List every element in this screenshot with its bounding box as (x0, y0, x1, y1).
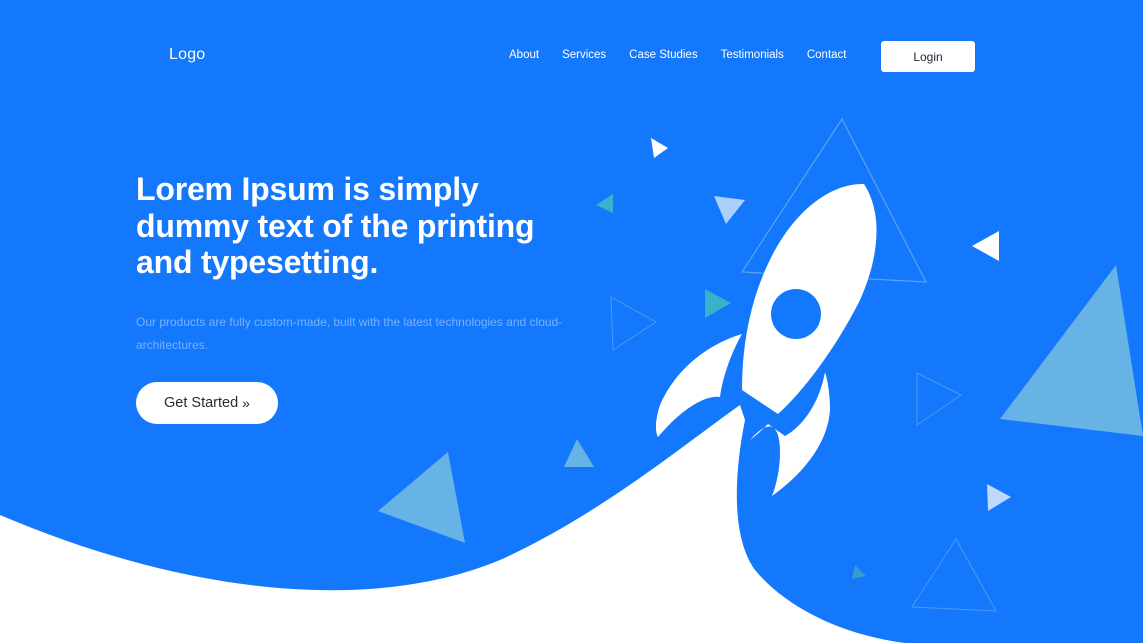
brand-logo[interactable]: Logo (169, 46, 205, 64)
login-button[interactable]: Login (881, 41, 975, 72)
hero-title: Lorem Ipsum is simply dummy text of the … (136, 171, 535, 280)
hero-subtitle: Our products are fully custom-made, buil… (136, 315, 563, 352)
main-nav: About Services Case Studies Testimonials… (509, 49, 870, 61)
get-started-button[interactable]: Get Started » (136, 382, 278, 424)
get-started-label: Get Started (164, 395, 239, 411)
nav-item-contact[interactable]: Contact (807, 49, 847, 61)
nav-item-case-studies[interactable]: Case Studies (629, 49, 697, 61)
nav-item-testimonials[interactable]: Testimonials (721, 49, 784, 61)
double-chevron-right-icon: » (242, 395, 250, 411)
nav-item-about[interactable]: About (509, 49, 539, 61)
landing-page: Logo About Services Case Studies Testimo… (0, 0, 1143, 643)
nav-item-services[interactable]: Services (562, 49, 606, 61)
